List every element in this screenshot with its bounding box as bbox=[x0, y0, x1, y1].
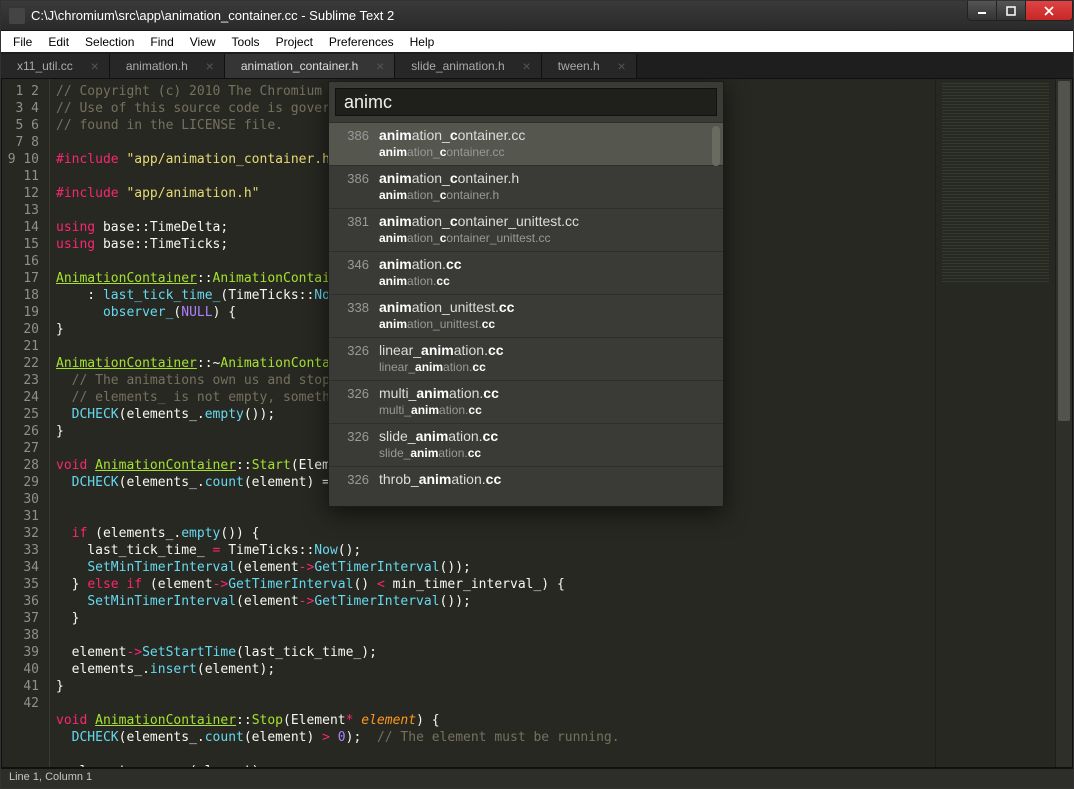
goto-result-title: throb_animation.cc bbox=[379, 470, 713, 488]
code-line: } bbox=[56, 610, 935, 627]
close-icon bbox=[1044, 6, 1054, 16]
goto-result-path: animation_unittest.cc bbox=[379, 316, 713, 332]
minimap[interactable] bbox=[935, 79, 1055, 767]
menu-selection[interactable]: Selection bbox=[77, 33, 142, 51]
statusbar: Line 1, Column 1 bbox=[1, 768, 1073, 788]
code-line bbox=[56, 508, 935, 525]
goto-result-item[interactable]: 326 slide_animation.ccslide_animation.cc bbox=[329, 423, 723, 466]
goto-result-item[interactable]: 386 animation_container.hanimation_contai… bbox=[329, 165, 723, 208]
goto-result-score: 381 bbox=[339, 212, 369, 229]
goto-result-item[interactable]: 326 linear_animation.cclinear_animation.c… bbox=[329, 337, 723, 380]
code-line: } else if (element->GetTimerInterval() <… bbox=[56, 576, 935, 593]
menu-project[interactable]: Project bbox=[268, 33, 321, 51]
goto-result-path: animation_container.h bbox=[379, 187, 713, 203]
code-line: void AnimationContainer::Stop(Element* e… bbox=[56, 712, 935, 729]
goto-result-title: animation_container_unittest.cc bbox=[379, 212, 713, 230]
code-line bbox=[56, 746, 935, 763]
app-icon bbox=[9, 8, 25, 24]
tab[interactable]: animation.h bbox=[110, 54, 225, 78]
tab-label: animation_container.h bbox=[241, 59, 358, 73]
tab[interactable]: x11_util.cc bbox=[1, 54, 110, 78]
goto-result-score: 326 bbox=[339, 341, 369, 358]
goto-result-score: 386 bbox=[339, 126, 369, 143]
minimize-icon bbox=[977, 6, 987, 16]
code-line: elements_.insert(element); bbox=[56, 661, 935, 678]
goto-result-item[interactable]: 386 animation_container.ccanimation_conta… bbox=[329, 122, 723, 165]
cursor-position: Line 1, Column 1 bbox=[9, 771, 92, 783]
code-line bbox=[56, 695, 935, 712]
tab-label: tween.h bbox=[558, 59, 600, 73]
goto-result-score: 338 bbox=[339, 298, 369, 315]
code-line: last_tick_time_ = TimeTicks::Now(); bbox=[56, 542, 935, 559]
goto-result-title: animation.cc bbox=[379, 255, 713, 273]
goto-result-title: animation_container.cc bbox=[379, 126, 713, 144]
menu-edit[interactable]: Edit bbox=[40, 33, 77, 51]
menubar: FileEditSelectionFindViewToolsProjectPre… bbox=[1, 31, 1073, 52]
goto-results-list: 386animation_container.ccanimation_conta… bbox=[329, 122, 723, 506]
goto-result-path: animation_container.cc bbox=[379, 144, 713, 160]
goto-result-title: animation_container.h bbox=[379, 169, 713, 187]
line-gutter: 1 2 3 4 5 6 7 8 9 10 11 12 13 14 15 16 1… bbox=[2, 79, 50, 767]
tab[interactable]: animation_container.h bbox=[225, 54, 395, 78]
titlebar: C:\J\chromium\src\app\animation_containe… bbox=[1, 1, 1073, 31]
code-line: SetMinTimerInterval(element->GetTimerInt… bbox=[56, 559, 935, 576]
goto-result-item[interactable]: 381 animation_container_unittest.ccanimat… bbox=[329, 208, 723, 251]
menu-help[interactable]: Help bbox=[402, 33, 443, 51]
goto-result-title: slide_animation.cc bbox=[379, 427, 713, 445]
goto-result-item[interactable]: 326 multi_animation.ccmulti_animation.cc bbox=[329, 380, 723, 423]
goto-result-score: 346 bbox=[339, 255, 369, 272]
code-line: elements_.erase(element); bbox=[56, 763, 935, 767]
goto-result-score: 386 bbox=[339, 169, 369, 186]
vertical-scrollbar[interactable] bbox=[1055, 79, 1072, 767]
goto-scrollbar-thumb[interactable] bbox=[712, 126, 720, 166]
goto-result-title: animation_unittest.cc bbox=[379, 298, 713, 316]
goto-result-score: 326 bbox=[339, 427, 369, 444]
goto-result-item[interactable]: 346 animation.ccanimation.cc bbox=[329, 251, 723, 294]
goto-search-input[interactable] bbox=[335, 88, 717, 116]
tabbar: x11_util.cc animation.h animation_containe… bbox=[1, 52, 1073, 79]
code-line: DCHECK(elements_.count(element) > 0); //… bbox=[56, 729, 935, 746]
menu-find[interactable]: Find bbox=[142, 33, 181, 51]
goto-result-item[interactable]: 326 throb_animation.cc bbox=[329, 466, 723, 506]
minimap-content bbox=[942, 83, 1049, 283]
goto-anything-panel: 386animation_container.ccanimation_conta… bbox=[328, 81, 724, 507]
maximize-icon bbox=[1006, 6, 1016, 16]
goto-result-score: 326 bbox=[339, 470, 369, 487]
goto-result-path: animation.cc bbox=[379, 273, 713, 289]
tab-label: slide_animation.h bbox=[411, 59, 504, 73]
goto-result-title: linear_animation.cc bbox=[379, 341, 713, 359]
code-line bbox=[56, 627, 935, 644]
code-line: if (elements_.empty()) { bbox=[56, 525, 935, 542]
tab[interactable]: slide_animation.h bbox=[395, 54, 541, 78]
goto-result-path: animation_container_unittest.cc bbox=[379, 230, 713, 246]
goto-result-path: slide_animation.cc bbox=[379, 445, 713, 461]
editor-area: 1 2 3 4 5 6 7 8 9 10 11 12 13 14 15 16 1… bbox=[1, 79, 1073, 768]
goto-result-path: multi_animation.cc bbox=[379, 402, 713, 418]
tab[interactable]: tween.h bbox=[542, 54, 637, 78]
app-window: C:\J\chromium\src\app\animation_containe… bbox=[0, 0, 1074, 789]
menu-tools[interactable]: Tools bbox=[224, 33, 268, 51]
goto-result-score: 326 bbox=[339, 384, 369, 401]
menu-preferences[interactable]: Preferences bbox=[321, 33, 402, 51]
code-line: SetMinTimerInterval(element->GetTimerInt… bbox=[56, 593, 935, 610]
tab-label: animation.h bbox=[126, 59, 188, 73]
window-title: C:\J\chromium\src\app\animation_containe… bbox=[31, 8, 394, 23]
code-line: element->SetStartTime(last_tick_time_); bbox=[56, 644, 935, 661]
window-buttons bbox=[968, 1, 1073, 21]
maximize-button[interactable] bbox=[996, 1, 1026, 21]
code-line: } bbox=[56, 678, 935, 695]
close-button[interactable] bbox=[1025, 1, 1073, 21]
goto-result-path: linear_animation.cc bbox=[379, 359, 713, 375]
minimize-button[interactable] bbox=[967, 1, 997, 21]
tab-label: x11_util.cc bbox=[17, 59, 73, 73]
goto-result-title: multi_animation.cc bbox=[379, 384, 713, 402]
goto-result-item[interactable]: 338 animation_unittest.ccanimation_unitte… bbox=[329, 294, 723, 337]
menu-file[interactable]: File bbox=[5, 33, 40, 51]
menu-view[interactable]: View bbox=[182, 33, 224, 51]
scrollbar-thumb[interactable] bbox=[1058, 81, 1070, 421]
